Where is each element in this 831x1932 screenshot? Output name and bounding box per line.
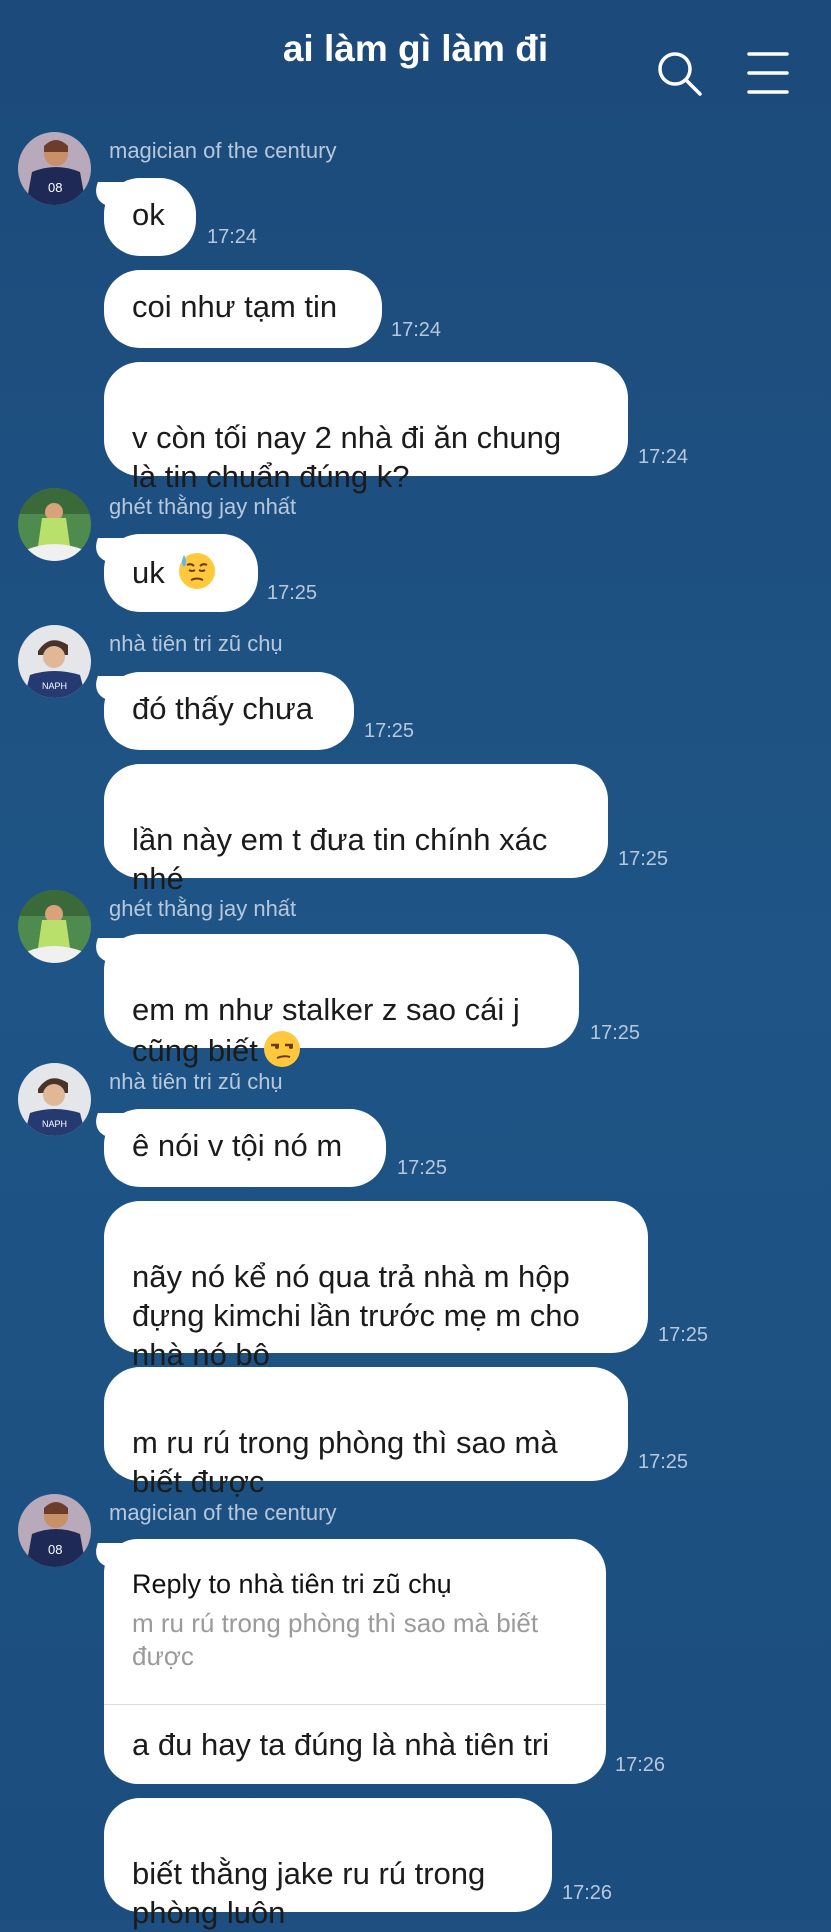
sender-name: magician of the century	[109, 1500, 337, 1525]
message-bubble[interactable]: v còn tối nay 2 nhà đi ăn chung là tin c…	[104, 362, 628, 494]
message-bubble[interactable]: coi như tạm tin	[104, 270, 382, 348]
message-text: lần này em t đưa tin chính xác nhé	[132, 822, 548, 896]
message-text: ok	[132, 197, 165, 232]
chat-title: ai làm gì làm đi	[282, 28, 549, 69]
message-bubble[interactable]: nãy nó kể nó qua trả nhà m hộp đựng kimc…	[104, 1201, 648, 1372]
message-bubble[interactable]: uk	[104, 534, 258, 612]
search-icon[interactable]	[654, 48, 704, 98]
chat-header: ai làm gì làm đi	[0, 0, 831, 110]
unamused-face-icon	[263, 1031, 300, 1067]
message-text: biết thằng jake ru rú trong phòng luôn	[132, 1856, 486, 1930]
reply-quoted-text: m ru rú trong phòng thì sao mà biết được	[132, 1608, 539, 1671]
message-text: uk	[132, 555, 165, 590]
message-bubble[interactable]: ok	[104, 178, 196, 256]
sender-name: magician of the century	[109, 138, 337, 163]
message-time: 17:25	[638, 1451, 689, 1473]
svg-text:NAPH: NAPH	[42, 681, 67, 691]
avatar-ghet[interactable]	[18, 890, 91, 963]
message-time: 17:25	[397, 1157, 448, 1179]
avatar-nha[interactable]: NAPH	[18, 1063, 91, 1136]
message-time: 17:26	[615, 1754, 666, 1776]
menu-icon[interactable]	[743, 48, 793, 98]
message-bubble[interactable]: ê nói v tội nó m	[104, 1109, 386, 1187]
message-time: 17:24	[207, 226, 258, 248]
message-time: 17:25	[590, 1022, 641, 1044]
sender-name: ghét thằng jay nhất	[109, 896, 297, 921]
sweat-face-icon	[179, 553, 216, 589]
message-bubble[interactable]: lần này em t đưa tin chính xác nhé	[104, 764, 608, 896]
message-time: 17:24	[638, 446, 689, 468]
avatar-magician[interactable]: 08	[18, 132, 91, 205]
avatar-magician[interactable]: 08	[18, 1494, 91, 1567]
message-text: v còn tối nay 2 nhà đi ăn chung là tin c…	[132, 420, 562, 494]
message-text: nãy nó kể nó qua trả nhà m hộp đựng kimc…	[132, 1259, 580, 1372]
svg-text:08: 08	[48, 1542, 62, 1557]
sender-name: nhà tiên tri zũ chụ	[109, 1069, 283, 1094]
chat-screen: ai làm gì làm đi 08 magician of the cent…	[0, 0, 831, 1930]
message-time: 17:26	[562, 1882, 613, 1904]
message-text: m ru rú trong phòng thì sao mà biết được	[132, 1425, 558, 1499]
message-bubble[interactable]: em m như stalker z sao cái j cũng biết	[104, 934, 579, 1068]
reply-message-bubble[interactable]: Reply to nhà tiên tri zũ chụ m ru rú tro…	[104, 1539, 606, 1784]
avatar-nha[interactable]: NAPH	[18, 625, 91, 698]
message-bubble[interactable]: đó thấy chưa	[104, 672, 354, 750]
message-text: đó thấy chưa	[132, 691, 314, 726]
message-time: 17:24	[391, 319, 442, 341]
message-text: ê nói v tội nó m	[132, 1128, 343, 1163]
message-time: 17:25	[267, 582, 318, 604]
reply-header: Reply to nhà tiên tri zũ chụ	[132, 1569, 452, 1599]
message-text: a đu hay ta đúng là nhà tiên tri	[132, 1727, 550, 1762]
svg-text:NAPH: NAPH	[42, 1119, 67, 1129]
sender-name: nhà tiên tri zũ chụ	[109, 631, 283, 656]
svg-text:08: 08	[48, 180, 62, 195]
reply-divider	[104, 1704, 606, 1705]
message-bubble[interactable]: m ru rú trong phòng thì sao mà biết được	[104, 1367, 628, 1499]
sender-name: ghét thằng jay nhất	[109, 494, 297, 519]
message-time: 17:25	[364, 720, 415, 742]
message-time: 17:25	[658, 1324, 709, 1346]
message-bubble[interactable]: biết thằng jake ru rú trong phòng luôn	[104, 1798, 552, 1930]
avatar-ghet[interactable]	[18, 488, 91, 561]
message-time: 17:25	[618, 848, 669, 870]
message-text: em m như stalker z sao cái j cũng biết	[132, 992, 520, 1068]
message-text: coi như tạm tin	[132, 289, 338, 324]
